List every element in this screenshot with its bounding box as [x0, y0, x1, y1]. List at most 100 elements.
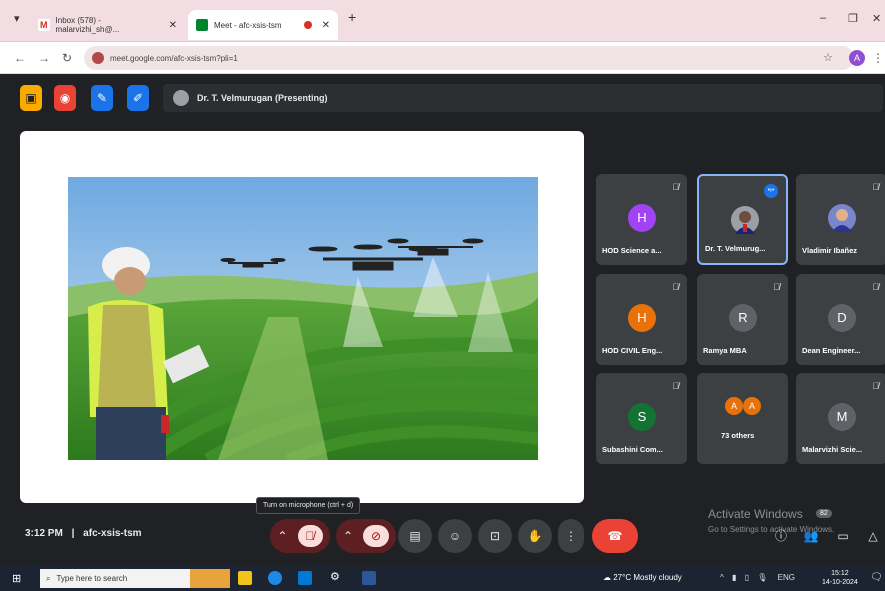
avatar: R — [729, 304, 757, 332]
participant-name: Vladimir Ibañez — [802, 246, 858, 255]
speaking-indicator-icon: •ı• — [764, 184, 778, 198]
mic-off-icon: 🎙̸ — [672, 381, 679, 391]
taskbar-clock[interactable]: 15:12 14-10-2024 — [822, 569, 858, 587]
slide-image-drones-over-field — [68, 177, 538, 460]
people-icon[interactable]: 👥 — [800, 519, 822, 553]
info-icon[interactable]: ⓘ — [770, 519, 792, 553]
participant-name: HOD CIVIL Eng... — [602, 346, 663, 355]
battery-icon[interactable]: ▯ — [745, 573, 749, 582]
avatar: S — [628, 403, 656, 431]
record-icon[interactable]: ◉ — [54, 85, 76, 111]
notes-icon[interactable]: ✎ — [91, 85, 113, 111]
end-call-button[interactable]: ☎ — [592, 519, 638, 553]
close-window-icon[interactable]: ✕ — [872, 12, 881, 25]
separator: | — [71, 528, 75, 539]
weather-widget[interactable]: ☁ 27°C Mostly cloudy — [603, 573, 682, 582]
back-icon[interactable]: ← — [14, 51, 26, 65]
minimize-icon[interactable]: – — [820, 12, 826, 24]
avatar: M — [828, 403, 856, 431]
present-screen-icon[interactable]: ⊡ — [478, 519, 512, 553]
close-icon[interactable]: ✕ — [169, 20, 177, 31]
chevron-up-icon[interactable]: ⌃ — [343, 529, 353, 543]
chat-icon[interactable]: ▭ — [832, 519, 854, 553]
raise-hand-icon[interactable]: ✋ — [518, 519, 552, 553]
captions-icon[interactable]: ▤ — [398, 519, 432, 553]
meeting-code: afc-xsis-tsm — [83, 528, 142, 539]
meet-icon — [196, 19, 208, 31]
bookmark-star-icon[interactable]: ☆ — [823, 51, 833, 64]
meet-header: ▣ ◉ ✎ ✐ Dr. T. Velmurugan (Presenting) — [0, 75, 885, 129]
participant-tile[interactable]: 🎙̸ R Ramya MBA — [697, 274, 788, 365]
emoji-icon[interactable]: ☺ — [438, 519, 472, 553]
participant-tile-speaking[interactable]: •ı• Dr. T. Velmurug... — [697, 174, 788, 265]
participant-tile[interactable]: 🎙̸ H HOD CIVIL Eng... — [596, 274, 687, 365]
more-options-icon[interactable]: ⋮ — [558, 519, 584, 553]
participant-name: Malarvizhi Scie... — [802, 445, 863, 454]
camera-control[interactable]: ⌃ ⊘ — [336, 519, 396, 553]
search-placeholder: Type here to search — [56, 574, 128, 583]
avatar: A — [725, 397, 743, 415]
activities-icon[interactable]: △ — [862, 519, 884, 553]
whiteboard-icon[interactable]: ▣ — [20, 85, 42, 111]
person-photo-icon — [735, 211, 755, 234]
site-info-icon[interactable] — [92, 52, 104, 64]
windows-start-icon[interactable]: ⊞ — [12, 572, 21, 585]
participant-tile[interactable]: 🎙̸ S Subashini Com... — [596, 373, 687, 464]
others-tile[interactable]: A A 73 others — [697, 373, 788, 464]
recording-icon — [303, 21, 312, 29]
search-icon: ⌕ — [46, 573, 51, 583]
url-text: meet.google.com/afc-xsis-tsm?pli=1 — [110, 53, 238, 63]
profile-avatar[interactable]: A — [849, 50, 865, 66]
camera-off-icon[interactable]: ⊘ — [363, 525, 390, 547]
clock-time: 15:12 — [831, 570, 849, 577]
clock-date: 14-10-2024 — [822, 579, 858, 586]
notification-icon[interactable]: 🗨 — [870, 572, 883, 583]
avatar: H — [628, 304, 656, 332]
restore-icon[interactable]: ❐ — [848, 12, 858, 25]
settings-gear-icon[interactable]: ⚙ — [330, 570, 344, 584]
tab-meet[interactable]: Meet - afc-xsis-tsm ✕ — [188, 10, 338, 40]
tab-gmail[interactable]: M Inbox (578) - malarvizhi_sh@... ✕ — [30, 10, 185, 40]
presenter-label: Dr. T. Velmurugan (Presenting) — [197, 93, 328, 103]
mic-tray-icon[interactable]: 🎙 — [757, 573, 767, 582]
taskbar-search-input[interactable]: ⌕ Type here to search — [40, 569, 230, 588]
tab-gmail-title: Inbox (578) - malarvizhi_sh@... — [55, 16, 120, 34]
forward-icon[interactable]: → — [38, 51, 50, 65]
store-icon[interactable] — [298, 571, 312, 585]
participant-tile[interactable]: 🎙̸ Vladimir Ibañez — [796, 174, 885, 265]
close-icon[interactable]: ✕ — [322, 20, 330, 31]
new-tab-button[interactable]: + — [348, 9, 356, 25]
language-indicator[interactable]: ENG — [778, 573, 795, 582]
microphone-tooltip: Turn on microphone (ctrl + d) — [256, 497, 361, 514]
meeting-time: 3:12 PM — [25, 528, 63, 539]
avatar: H — [628, 204, 656, 232]
avatar — [731, 206, 759, 234]
file-explorer-icon[interactable] — [238, 571, 252, 585]
mic-off-icon[interactable]: 🎙̸ — [297, 525, 323, 547]
windows-taskbar: ⊞ ⌕ Type here to search ⚙ ☁ 27°C Mostly … — [0, 566, 885, 591]
drone-farm-illustration — [68, 177, 538, 460]
edit-icon[interactable]: ✐ — [127, 85, 149, 111]
shared-screen — [20, 131, 584, 503]
gmail-icon: M — [38, 19, 50, 31]
network-icon[interactable]: ▮ — [732, 573, 736, 582]
chevron-up-icon[interactable]: ⌃ — [277, 529, 287, 543]
menu-icon[interactable]: ⋮ — [872, 51, 884, 65]
mic-control[interactable]: ⌃ 🎙̸ — [270, 519, 330, 553]
meeting-controls: Turn on microphone (ctrl + d) 3:12 PM | … — [0, 497, 885, 566]
reload-icon[interactable]: ↻ — [62, 51, 72, 65]
address-bar-row: ← → ↻ meet.google.com/afc-xsis-tsm?pli=1… — [0, 42, 885, 74]
chrome-icon[interactable] — [268, 571, 282, 585]
participant-tile[interactable]: 🎙̸ D Dean Engineer... — [796, 274, 885, 365]
participant-tile[interactable]: 🎙̸ H HOD Science a... — [596, 174, 687, 265]
tray-arrow-icon[interactable]: ^ — [720, 573, 724, 582]
url-field[interactable]: meet.google.com/afc-xsis-tsm?pli=1 — [84, 46, 854, 70]
avatar: D — [828, 304, 856, 332]
word-icon[interactable] — [362, 571, 376, 585]
weather-text: 27°C Mostly cloudy — [613, 573, 682, 582]
weather-cloud-icon: ☁ — [603, 573, 611, 582]
system-tray: ^ ▮ ▯ 🎙 ENG — [720, 573, 795, 582]
participant-tile[interactable]: 🎙̸ M Malarvizhi Scie... — [796, 373, 885, 464]
tab-search-icon[interactable]: ▾ — [14, 12, 20, 25]
notification-badge: 82 — [816, 509, 832, 518]
